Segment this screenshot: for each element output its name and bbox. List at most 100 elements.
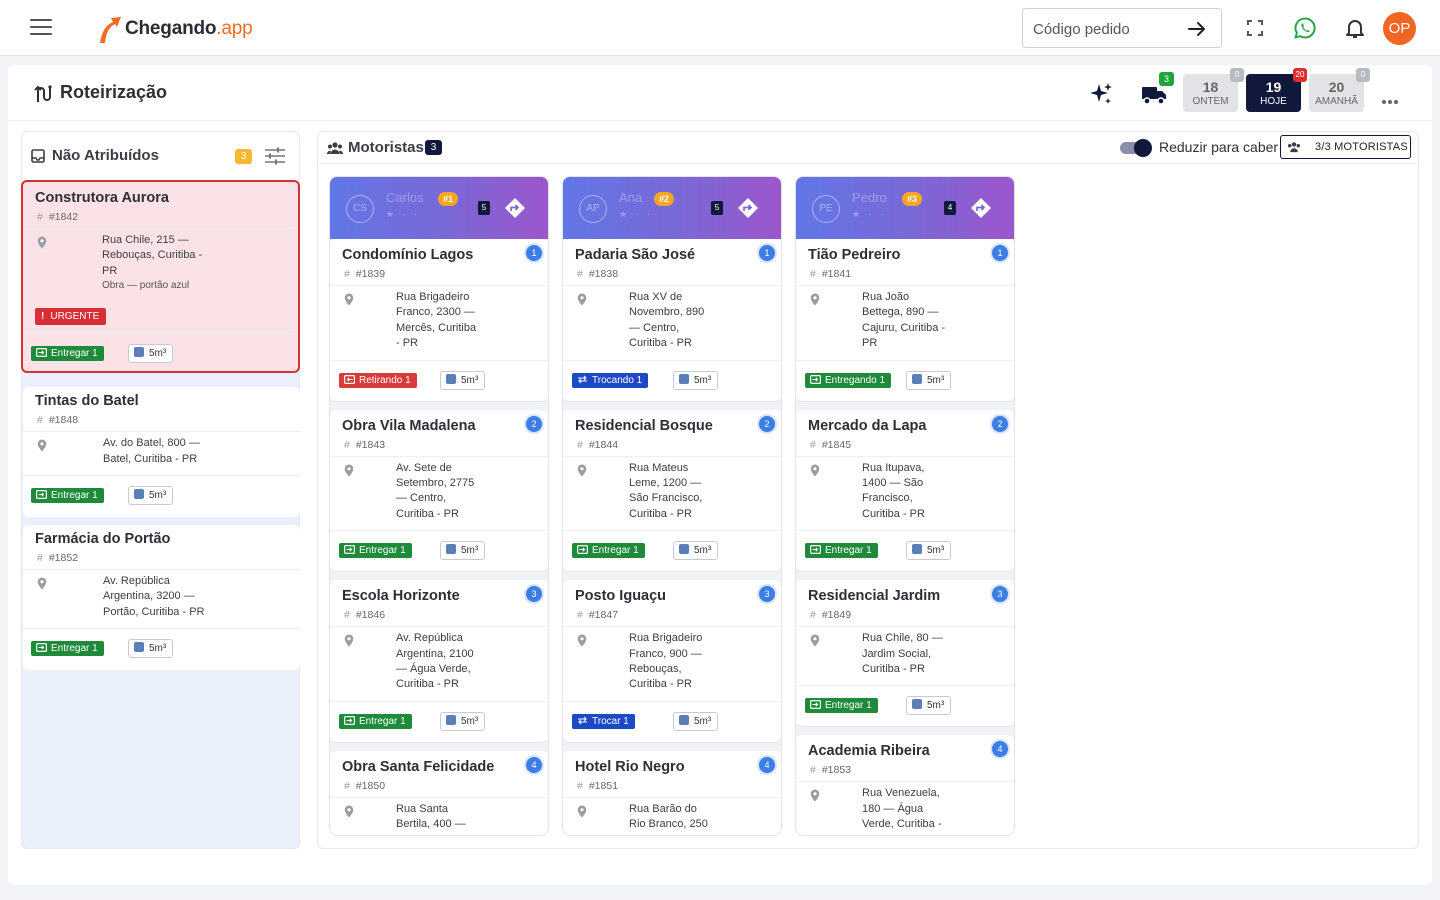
volume-chip[interactable]: 5m³: [128, 485, 174, 505]
order-card[interactable]: Tintas do Batel # #1848 Av. do Batel, 800 —…: [23, 387, 300, 517]
driver-header[interactable]: AP Ana ★ · · #2 5: [563, 177, 781, 239]
volume-chip[interactable]: 5m³: [440, 711, 486, 731]
hash-icon: #: [577, 609, 583, 622]
order-id: # #1838: [577, 268, 619, 280]
action-chip[interactable]: Entregar 1: [339, 713, 412, 729]
order-card[interactable]: Hotel Rio Negro # #1851 4 Rua Barão do Rio Br…: [563, 750, 781, 835]
volume-chip[interactable]: 5m³: [906, 541, 952, 561]
order-card[interactable]: Residencial Jardim # #1849 3 Rua Chile, 80 —…: [796, 580, 1014, 728]
order-card[interactable]: Escola Horizonte # #1846 3 Av. República Arge…: [330, 580, 548, 743]
logo[interactable]: Chegando.app: [96, 12, 253, 46]
order-card[interactable]: Residencial Bosque # #1844 2 Rua Mateus Leme,…: [563, 409, 781, 573]
driver-rating: ★ · ·: [619, 209, 654, 219]
stop-sequence-badge: 1: [992, 245, 1008, 261]
divider: [23, 474, 300, 476]
drivers-count-badge: 3: [425, 140, 442, 155]
volume-chip[interactable]: 5m³: [128, 344, 174, 364]
order-card[interactable]: Obra Santa Felicidade # #1850 4 Rua Santa Ber…: [330, 750, 548, 835]
stop-sequence-badge: 2: [992, 415, 1008, 432]
volume-chip[interactable]: 5m³: [440, 370, 486, 390]
driver-header[interactable]: PE Pedro ★ · · #3 4: [796, 177, 1014, 239]
order-code-input[interactable]: [1033, 18, 1183, 40]
order-card[interactable]: Academia Ribeira # #1853 4 Rua Venezuela, 180…: [796, 735, 1014, 835]
volume-chip[interactable]: 5m³: [906, 696, 952, 716]
day-tomorrow-button[interactable]: 20 AMANHÃ 0: [1309, 68, 1370, 112]
action-chip[interactable]: Entregar 1: [572, 543, 645, 559]
action-chip[interactable]: Retirando 1: [339, 372, 417, 388]
divider: [796, 455, 1014, 457]
action-chip[interactable]: Entregar 1: [805, 698, 878, 714]
order-title: Residencial Bosque: [575, 417, 713, 434]
optimize-route-icon[interactable]: [737, 197, 759, 219]
volume-chip[interactable]: 5m³: [673, 541, 719, 561]
action-chip[interactable]: Entregar 1: [805, 543, 878, 559]
location-pin-icon: [344, 634, 354, 647]
fullscreen-icon[interactable]: [1243, 16, 1267, 40]
order-address: Av. Sete de Setembro, 2775— Centro, Curiti…: [396, 461, 475, 520]
action-chip[interactable]: Entregar 1: [31, 487, 104, 503]
whatsapp-icon[interactable]: [1293, 16, 1317, 40]
order-card[interactable]: Padaria São José # #1838 1 Rua XV de Novembro…: [563, 239, 781, 402]
order-card[interactable]: Farmácia do Portão # #1852 Av. República Arg…: [23, 525, 300, 671]
volume-chip[interactable]: 5m³: [128, 639, 174, 659]
action-chip[interactable]: Entregar 1: [31, 641, 104, 657]
day-count-badge: 20: [1293, 68, 1307, 82]
volume-chip[interactable]: 5m³: [440, 541, 486, 561]
order-title: Academia Ribeira: [808, 743, 930, 760]
driver-header[interactable]: CS Carlos ★ · · #1 5: [330, 177, 548, 239]
divider: [796, 781, 1014, 783]
order-card[interactable]: Condomínio Lagos # #1839 1 Rua Brigadeiro Fra…: [330, 239, 548, 402]
menu-icon[interactable]: [30, 19, 52, 37]
optimize-route-icon[interactable]: [970, 197, 992, 219]
action-chip[interactable]: Entregando 1: [805, 372, 892, 388]
container-icon: [134, 642, 144, 653]
action-chip[interactable]: Trocar 1: [572, 713, 635, 729]
order-id: # #1848: [37, 414, 79, 427]
action-chip[interactable]: Entregar 1: [339, 543, 412, 559]
divider: [563, 455, 781, 457]
order-card[interactable]: Obra Vila Madalena # #1843 2 Av. Sete de Sete…: [330, 409, 548, 573]
order-address: Rua Brigadeiro Franco, 900 — Rebouças, Curi…: [629, 632, 703, 691]
order-title: Hotel Rio Negro: [575, 758, 685, 775]
order-address: Av. do Batel, 800 — Batel, Curitiba - PR: [103, 437, 200, 465]
order-id: # #1849: [810, 609, 852, 622]
hash-icon: #: [344, 268, 350, 280]
order-title: Tintas do Batel: [35, 393, 139, 410]
stop-sequence-badge: 1: [759, 245, 775, 261]
fit-to-screen-toggle[interactable]: [1120, 139, 1152, 157]
more-options-icon[interactable]: [1382, 91, 1402, 104]
divider: [796, 530, 1014, 532]
order-address: Rua Venezuela, 180 — Água Verde, Curitiba …: [862, 787, 942, 835]
volume-chip[interactable]: 5m³: [673, 370, 719, 390]
ai-sparkle-icon[interactable]: [1088, 81, 1114, 107]
divider: [23, 569, 300, 570]
action-chip[interactable]: Trocando 1: [572, 372, 649, 388]
volume-chip[interactable]: 5m³: [906, 370, 952, 390]
order-id: # #1839: [344, 268, 386, 280]
day-yesterday-button[interactable]: 18 ONTEM 0: [1183, 68, 1244, 112]
optimize-route-icon[interactable]: [504, 197, 526, 219]
order-title: Residencial Jardim: [808, 588, 941, 605]
people-icon: [1288, 142, 1300, 153]
order-address: Rua Mateus Leme, 1200 — São Francisco, Curi…: [629, 461, 703, 520]
drivers-selector-button[interactable]: 3/3 MOTORISTAS: [1280, 135, 1411, 159]
action-chip[interactable]: Entregar 1: [31, 346, 104, 362]
day-today-button[interactable]: 19 HOJE 20: [1246, 68, 1307, 112]
location-pin-icon: [810, 464, 820, 477]
order-card[interactable]: Posto Iguaçu # #1847 3 Rua Brigadeiro Franco,…: [563, 580, 781, 743]
filter-sliders-icon[interactable]: [264, 147, 286, 165]
arrow-right-icon[interactable]: [1187, 19, 1207, 39]
order-card[interactable]: Construtora Aurora # #1842 Rua Chile, 215 —…: [21, 180, 300, 374]
bell-icon[interactable]: [1343, 16, 1367, 40]
order-id: # #1845: [810, 438, 852, 451]
order-note: Obra — portão azul: [102, 280, 190, 292]
volume-chip[interactable]: 5m³: [673, 711, 719, 731]
order-address: Rua Barão doRio Branco, 250— Centro,: [629, 802, 708, 835]
order-card[interactable]: Mercado da Lapa # #1845 2 Rua Itupava, 1400 —…: [796, 409, 1014, 573]
user-avatar[interactable]: OP: [1383, 12, 1416, 45]
order-id: # #1853: [810, 764, 852, 777]
hash-icon: #: [37, 552, 43, 564]
logo-arrow-icon: [100, 17, 121, 43]
order-card[interactable]: Tião Pedreiro # #1841 1 Rua João Bettega, 890…: [796, 239, 1014, 402]
location-pin-icon: [577, 464, 587, 477]
